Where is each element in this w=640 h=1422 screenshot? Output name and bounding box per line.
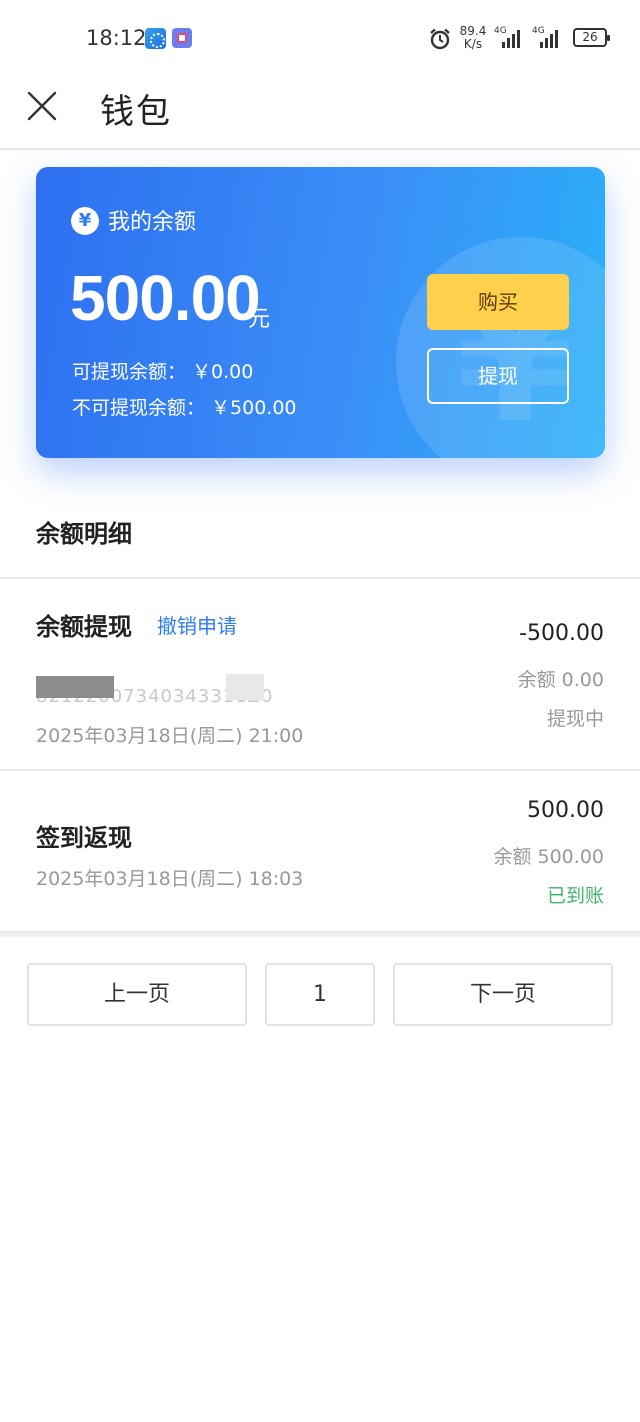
buy-button[interactable]: 购买 [427,274,569,330]
status-time: 18:12 [86,26,147,50]
cancel-request-link[interactable]: 撤销申请 [157,610,237,639]
record-status: 已到账 [546,885,604,907]
record-amount: -500.00 [519,621,604,646]
balance-amount: 500.00 [70,262,261,334]
record-amount: 500.00 [527,798,604,823]
section-title: 余额明细 [36,520,132,548]
alarm-icon [430,28,450,50]
calendar-notification-icon [172,28,192,48]
balance-card: ¥ ¥ 我的余额 500.00 元 可提现余额： ￥0.00 不可提现余额： ￥… [36,167,605,458]
next-page-button[interactable]: 下一页 [393,963,613,1026]
withdrawable-balance: 可提现余额： ￥0.00 [72,361,254,383]
record-balance: 余额 0.00 [517,669,604,691]
page-title: 钱包 [100,92,172,132]
yen-icon: ¥ [71,207,99,235]
non-withdrawable-balance: 不可提现余额： ￥500.00 [72,397,297,419]
signal-icon-2: 4G [532,26,566,48]
status-bar: 18:12 89.4 K/s 4G 4G 26 [0,0,640,72]
app-notification-icon [145,28,166,49]
divider [0,769,640,771]
top-bar: 钱包 [0,72,640,150]
balance-unit: 元 [248,307,271,332]
record-balance: 余额 500.00 [493,846,604,868]
withdraw-button[interactable]: 提现 [427,348,569,404]
record-title: 余额提现 [36,613,132,641]
battery-icon: 26 [573,28,610,47]
network-speed: 89.4 K/s [458,25,488,51]
record-date: 2025年03月18日(周二) 18:03 [36,868,304,890]
record-date: 2025年03月18日(周二) 21:00 [36,725,304,747]
balance-label: 我的余额 [108,210,197,235]
current-page-indicator[interactable]: 1 [265,963,375,1026]
signal-icon-1: 4G [494,26,528,48]
record-title: 签到返现 [36,824,132,852]
network-speed-unit: K/s [463,37,483,51]
list-bottom-shadow [0,931,640,937]
prev-page-button[interactable]: 上一页 [27,963,247,1026]
close-icon[interactable] [26,90,58,122]
record-status: 提现中 [546,708,604,730]
masked-account-number: 82122007340343311Z0 [36,672,272,707]
divider [0,577,640,579]
